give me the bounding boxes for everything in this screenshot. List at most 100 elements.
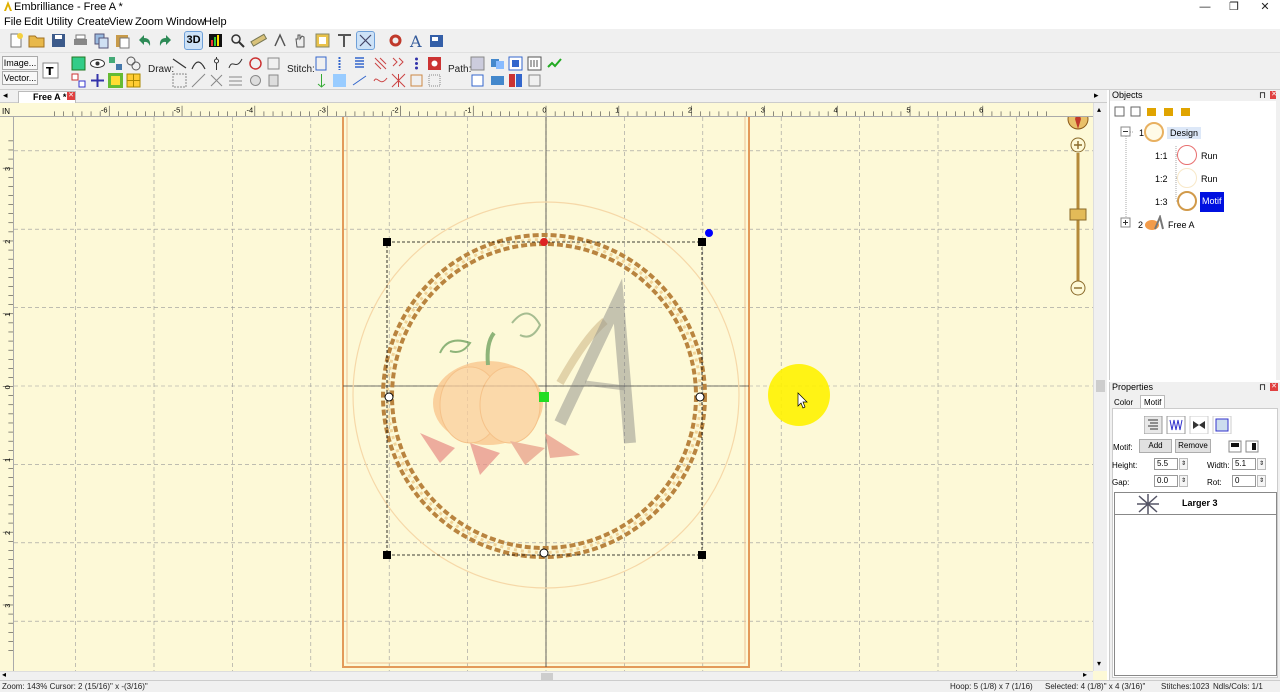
- center-handle[interactable]: [539, 392, 549, 402]
- box-select-icon[interactable]: [171, 72, 188, 89]
- multi-hoop-icon[interactable]: [107, 72, 124, 89]
- run2-thumbnail[interactable]: [1177, 168, 1197, 188]
- echo-icon[interactable]: [408, 72, 425, 89]
- design-thumbnail[interactable]: [1144, 122, 1164, 142]
- select-mode-button[interactable]: [356, 31, 375, 50]
- stitch-player-icon[interactable]: [272, 32, 289, 49]
- path-order-icon[interactable]: [469, 72, 486, 89]
- menu-window[interactable]: Window: [166, 16, 205, 28]
- motif-wave-icon[interactable]: [1166, 416, 1186, 434]
- path-node-bottom[interactable]: [539, 548, 549, 558]
- tackdown-icon[interactable]: [426, 72, 443, 89]
- menu-create[interactable]: Create: [77, 16, 110, 28]
- run-stitch-icon[interactable]: [313, 55, 330, 72]
- pin-icon[interactable]: ⊓: [1259, 90, 1266, 101]
- scroll-right-icon[interactable]: ▸: [1083, 670, 1087, 679]
- motif-thumbnail[interactable]: [1177, 191, 1197, 211]
- settings-icon[interactable]: [387, 32, 404, 49]
- add-motif-button[interactable]: Add: [1139, 439, 1172, 453]
- stitch-direction-icon[interactable]: [313, 72, 330, 89]
- properties-tool-icon[interactable]: [70, 55, 87, 72]
- menu-file[interactable]: File: [4, 16, 22, 28]
- menu-edit[interactable]: Edit: [24, 16, 43, 28]
- zoom-slider-thumb[interactable]: [1069, 208, 1087, 221]
- lines-icon[interactable]: [227, 72, 244, 89]
- path-node-right[interactable]: [695, 392, 705, 402]
- objects-panel-scrollbar[interactable]: [1276, 90, 1280, 380]
- text-tool-icon[interactable]: T: [42, 62, 59, 79]
- menu-zoom[interactable]: Zoom: [135, 16, 163, 28]
- open-folder-icon[interactable]: [28, 32, 45, 49]
- path-convert-icon[interactable]: [546, 55, 563, 72]
- scroll-left-icon[interactable]: ◂: [2, 670, 6, 679]
- height-field[interactable]: 5.5: [1154, 458, 1178, 470]
- close-button[interactable]: ✕: [1250, 0, 1280, 14]
- fill-icon[interactable]: [247, 72, 264, 89]
- width-field[interactable]: 5.1: [1232, 458, 1256, 470]
- tab-color[interactable]: Color: [1114, 398, 1133, 407]
- motif-stitch-icon[interactable]: [390, 55, 407, 72]
- rot-field[interactable]: 0: [1232, 475, 1256, 487]
- undo-icon[interactable]: [136, 32, 153, 49]
- center-icon[interactable]: [89, 72, 106, 89]
- horizontal-scroll-thumb[interactable]: [541, 673, 553, 680]
- tree-item-design[interactable]: Design: [1167, 127, 1202, 139]
- visibility-icon[interactable]: [89, 55, 106, 72]
- crosshatch-icon[interactable]: [390, 72, 407, 89]
- scroll-down-icon[interactable]: ▾: [1097, 659, 1101, 668]
- vertical-scroll-thumb[interactable]: [1096, 380, 1105, 392]
- transform-icon[interactable]: [190, 72, 207, 89]
- tree-item-run2[interactable]: Run: [1201, 174, 1218, 184]
- gap-field[interactable]: 0.0: [1154, 475, 1178, 487]
- pattern-fill-icon[interactable]: [331, 72, 348, 89]
- align-icon[interactable]: [125, 55, 142, 72]
- bean-stitch-icon[interactable]: [408, 55, 425, 72]
- scroll-up-icon[interactable]: ▴: [1097, 105, 1101, 114]
- design-canvas[interactable]: N -6 -5 -4 -3 -2 -1 0 1 2 3 4 5 6 3 2 1 0 1 2 3 IN ▴ ▾ ◂ ▸: [0, 103, 1107, 680]
- hoop-icon[interactable]: [314, 32, 331, 49]
- cut-path-icon[interactable]: [208, 72, 225, 89]
- vertical-scrollbar[interactable]: ▴ ▾: [1093, 103, 1107, 671]
- selection-handle-bl[interactable]: [383, 551, 391, 559]
- unlock-icon[interactable]: [1164, 108, 1173, 116]
- stamp-icon[interactable]: [265, 72, 282, 89]
- lettering-icon[interactable]: A: [408, 32, 425, 49]
- single-line-icon[interactable]: [1144, 416, 1163, 434]
- canvas-drawing[interactable]: N: [0, 103, 1093, 671]
- rotate-handle[interactable]: [705, 229, 713, 237]
- path-node-top[interactable]: [540, 238, 548, 246]
- image-button[interactable]: Image...: [2, 56, 38, 70]
- path-edit-icon[interactable]: [469, 55, 486, 72]
- copy-icon[interactable]: [93, 32, 110, 49]
- triple-run-icon[interactable]: [331, 55, 348, 72]
- properties-pin-icon[interactable]: ⊓: [1259, 382, 1266, 393]
- expand-all-icon[interactable]: [1114, 106, 1125, 117]
- menu-help[interactable]: Help: [204, 16, 227, 28]
- remove-motif-button[interactable]: Remove: [1175, 439, 1211, 453]
- properties-icon[interactable]: [428, 32, 445, 49]
- width-stepper[interactable]: ⇕: [1257, 458, 1266, 470]
- node-tool-icon[interactable]: [208, 55, 225, 72]
- grid-icon[interactable]: [125, 72, 142, 89]
- hand-pan-icon[interactable]: [292, 32, 309, 49]
- group-icon[interactable]: [107, 55, 124, 72]
- tab-scroll-right-icon[interactable]: ▸: [1094, 90, 1099, 101]
- selection-handle-tl[interactable]: [383, 238, 391, 246]
- 3d-view-button[interactable]: 3D: [184, 31, 203, 50]
- menu-view[interactable]: View: [109, 16, 133, 28]
- line-tool-icon[interactable]: [171, 55, 188, 72]
- path-node-left[interactable]: [384, 392, 394, 402]
- underlay-icon[interactable]: [351, 72, 368, 89]
- zoom-icon[interactable]: [229, 32, 246, 49]
- path-reshape-icon[interactable]: [526, 72, 543, 89]
- properties-panel-close-icon[interactable]: ✕: [1270, 383, 1278, 391]
- lock-icon[interactable]: [1147, 108, 1156, 116]
- motif-list[interactable]: Larger 3: [1114, 492, 1277, 676]
- satin-stitch-icon[interactable]: [351, 55, 368, 72]
- stitch-simulator-icon[interactable]: [336, 32, 353, 49]
- minimize-button[interactable]: —: [1190, 0, 1220, 14]
- collapse-all-icon[interactable]: [1130, 106, 1141, 117]
- rot-stepper[interactable]: ⇕: [1257, 475, 1266, 487]
- paste-icon[interactable]: [114, 32, 131, 49]
- path-trim-icon[interactable]: [507, 72, 524, 89]
